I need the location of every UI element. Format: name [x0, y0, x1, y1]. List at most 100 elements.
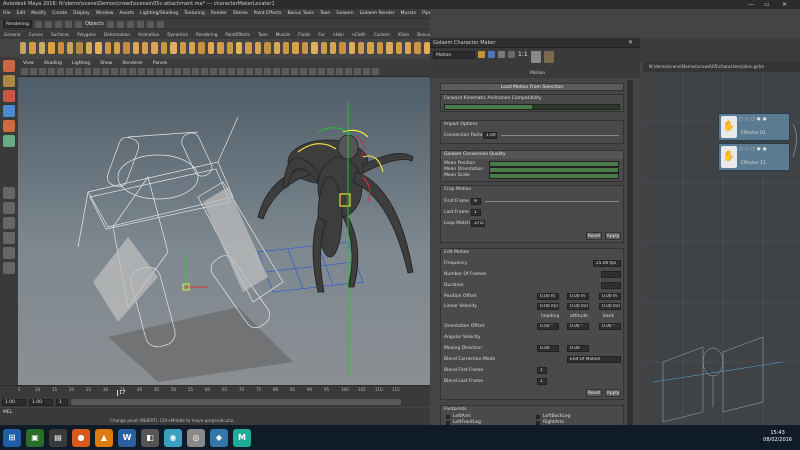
rotate-tool-icon[interactable] — [3, 120, 15, 132]
motion-dropdown[interactable]: Motion — [433, 51, 475, 59]
panel-tool-icon[interactable] — [318, 68, 325, 75]
shelf-tool-icon[interactable] — [160, 42, 168, 54]
menu-item[interactable]: Golaem Render — [360, 11, 395, 16]
shelf-tool-icon[interactable] — [179, 42, 187, 54]
panel-tool-icon[interactable] — [246, 68, 253, 75]
zoom-icon[interactable] — [508, 51, 515, 58]
shelf-tool-icon[interactable] — [358, 42, 365, 54]
menu-item[interactable]: Display — [73, 11, 90, 16]
loop-match-field[interactable]: 3710 — [471, 220, 485, 227]
panel-tool-icon[interactable] — [336, 68, 343, 75]
character-icon[interactable] — [530, 51, 541, 63]
shelf-tab[interactable]: Bonus — [417, 32, 430, 37]
maya-icon[interactable]: M — [233, 428, 251, 447]
shelf-tool-icon[interactable] — [273, 42, 280, 54]
shelf-tool-icon[interactable] — [207, 42, 215, 54]
duration-field[interactable] — [601, 282, 621, 289]
position-offset-y[interactable]: 0.00 m — [567, 293, 589, 300]
menu-item[interactable]: Toon — [320, 11, 330, 16]
panel-tool-icon[interactable] — [192, 68, 199, 75]
ratio-label[interactable]: 1:1 — [518, 51, 528, 58]
panel-tool-icon[interactable] — [291, 68, 298, 75]
orientation-attitude[interactable]: 0.00 ° — [567, 323, 589, 330]
render-icon[interactable] — [146, 20, 154, 28]
panel-tool-icon[interactable] — [48, 68, 55, 75]
shelf-tool-icon[interactable] — [198, 42, 205, 54]
shelf-tab[interactable]: Toon — [258, 32, 268, 37]
menu-item[interactable]: Stereo — [233, 11, 248, 16]
outliner-layout-icon[interactable] — [3, 232, 15, 244]
shelf-tool-icon[interactable] — [76, 42, 83, 54]
range-bar[interactable] — [71, 399, 401, 405]
shelf-tool-icon[interactable] — [151, 42, 158, 54]
shelf-tool-icon[interactable] — [217, 42, 224, 54]
panel-tool-icon[interactable] — [255, 68, 262, 75]
blend-first-field[interactable]: 1 — [537, 367, 547, 374]
snap-point-icon[interactable] — [136, 20, 144, 28]
shelf-tab[interactable]: Fluids — [298, 32, 310, 37]
panel-tool-icon[interactable] — [66, 68, 73, 75]
menu-item[interactable]: Create — [52, 11, 67, 16]
shelf-tab[interactable]: General — [4, 32, 21, 37]
shelf-tool-icon[interactable] — [414, 42, 421, 54]
num-frames-field[interactable] — [601, 271, 621, 278]
panel-tool-icon[interactable] — [138, 68, 145, 75]
load-motion-button[interactable]: Load Motion From Selection — [440, 83, 624, 91]
lasso-tool-icon[interactable] — [3, 75, 15, 87]
select-tool-icon[interactable] — [3, 60, 15, 72]
system-clock[interactable]: 15:43 08/02/2016 — [763, 430, 792, 444]
panel-tool-icon[interactable] — [228, 68, 235, 75]
panel-tool-icon[interactable] — [93, 68, 100, 75]
menu-item[interactable]: Paint Effects — [254, 11, 282, 16]
shelf-tool-icon[interactable] — [292, 42, 299, 54]
shelf-tab[interactable]: Animation — [138, 32, 159, 37]
menu-item[interactable]: Edit — [17, 11, 26, 16]
save-scene-icon[interactable] — [54, 20, 62, 28]
menu-item[interactable]: Lighting/Shading — [140, 11, 178, 16]
menu-item[interactable]: Bonus Tools — [287, 11, 313, 16]
shelf-tool-icon[interactable] — [386, 42, 393, 54]
panel-menu-item[interactable]: Renderer — [122, 61, 143, 66]
app-icon-1[interactable]: ▣ — [26, 428, 44, 447]
panel-tool-icon[interactable] — [219, 68, 226, 75]
open-scene-icon[interactable] — [44, 20, 52, 28]
shelf-tool-icon[interactable] — [104, 42, 111, 54]
shelf-tool-icon[interactable] — [282, 42, 290, 54]
panel-menu-item[interactable]: View — [23, 61, 34, 66]
shelf-tab[interactable]: Surfaces — [51, 32, 69, 37]
shelf-tool-icon[interactable] — [254, 42, 262, 54]
shelf-tool-icon[interactable] — [57, 42, 64, 54]
shelf-tool-icon[interactable] — [376, 42, 384, 54]
panel-tool-icon[interactable] — [345, 68, 352, 75]
graph-layout-icon[interactable] — [3, 247, 15, 259]
first-frame-field[interactable]: 9 — [471, 198, 481, 205]
panel-tool-icon[interactable] — [210, 68, 217, 75]
shelf-tool-icon[interactable] — [142, 42, 149, 54]
ipr-icon[interactable] — [156, 20, 164, 28]
range-frame-field[interactable]: 1 — [56, 398, 68, 406]
snap-grid-icon[interactable] — [116, 20, 124, 28]
panel-tool-icon[interactable] — [84, 68, 91, 75]
hypershade-layout-icon[interactable] — [3, 262, 15, 274]
crop-apply-button[interactable]: Apply — [605, 232, 621, 240]
panel-tool-icon[interactable] — [309, 68, 316, 75]
shelf-tab[interactable]: Custom — [374, 32, 390, 37]
panel-tool-icon[interactable] — [174, 68, 181, 75]
shelf-tab[interactable]: Curves — [29, 32, 44, 37]
firefox-icon[interactable]: ● — [72, 428, 90, 447]
menu-item[interactable]: Window — [96, 11, 114, 16]
menu-item[interactable]: Golaem — [336, 11, 353, 16]
edit-apply-button[interactable]: Apply — [605, 389, 621, 397]
shelf-tool-icon[interactable] — [226, 42, 233, 54]
panel-tool-icon[interactable] — [300, 68, 307, 75]
left-arm-checkbox[interactable] — [446, 415, 450, 419]
paint-select-icon[interactable] — [3, 90, 15, 102]
panel-tool-icon[interactable] — [183, 68, 190, 75]
edit-reset-button[interactable]: Reset — [586, 389, 602, 397]
shelf-tool-icon[interactable] — [38, 42, 46, 54]
shelf-tab[interactable]: Fur — [318, 32, 325, 37]
position-offset-x[interactable]: 0.00 m — [537, 293, 559, 300]
panel-tool-icon[interactable] — [363, 68, 370, 75]
panel-menu-item[interactable]: Panels — [153, 61, 167, 66]
undo-icon[interactable] — [64, 20, 72, 28]
